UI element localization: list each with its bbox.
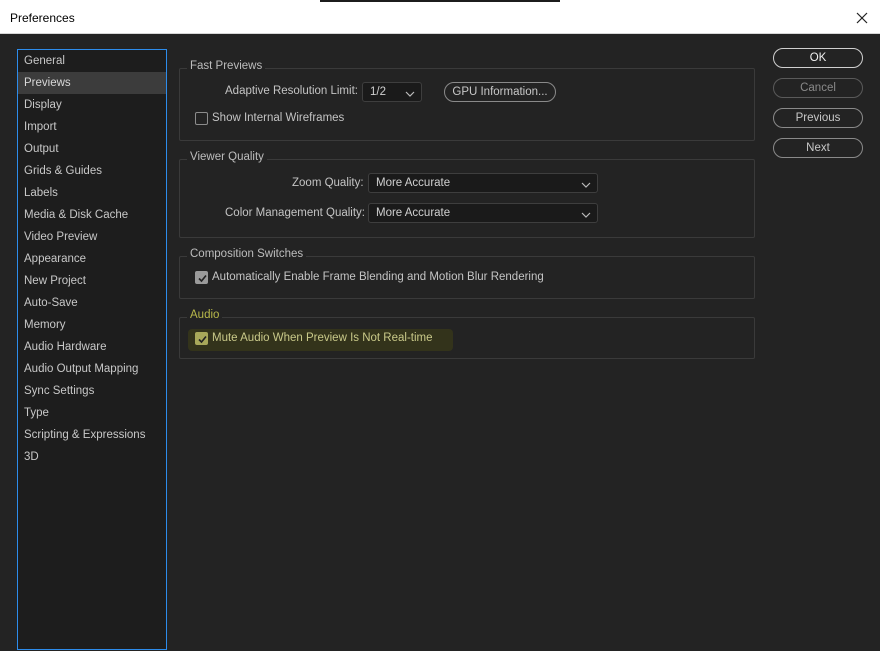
sidebar-item-general[interactable]: General — [18, 50, 166, 72]
sidebar-item-import[interactable]: Import — [18, 116, 166, 138]
composition-switches-title: Composition Switches — [187, 248, 307, 260]
sidebar-item-output[interactable]: Output — [18, 138, 166, 160]
sidebar-item-new-project[interactable]: New Project — [18, 270, 166, 292]
zoom-quality-label: Zoom Quality: — [292, 177, 364, 189]
resolution-limit-label: Adaptive Resolution Limit: — [225, 85, 358, 97]
sidebar-item-grids-guides[interactable]: Grids & Guides — [18, 160, 166, 182]
sidebar-item-audio-output-mapping[interactable]: Audio Output Mapping — [18, 358, 166, 380]
sidebar-item-display[interactable]: Display — [18, 94, 166, 116]
zoom-quality-value: More Accurate — [376, 177, 451, 189]
checkmark-icon — [198, 274, 207, 283]
zoom-quality-dropdown[interactable]: More Accurate — [368, 173, 598, 193]
resolution-limit-value: 1/2 — [370, 86, 386, 98]
color-management-quality-label: Color Management Quality: — [225, 207, 365, 219]
fast-previews-title: Fast Previews — [187, 60, 266, 72]
sidebar-item-sync-settings[interactable]: Sync Settings — [18, 380, 166, 402]
chevron-down-icon — [405, 89, 415, 97]
color-management-quality-dropdown[interactable]: More Accurate — [368, 203, 598, 223]
sidebar-item-auto-save[interactable]: Auto-Save — [18, 292, 166, 314]
chevron-down-icon — [581, 210, 591, 218]
title-bar: Preferences — [0, 2, 880, 34]
sidebar-item-3d[interactable]: 3D — [18, 446, 166, 468]
resolution-limit-dropdown[interactable]: 1/2 — [362, 82, 422, 102]
show-wireframes-label: Show Internal Wireframes — [212, 112, 345, 124]
frame-blending-label: Automatically Enable Frame Blending and … — [212, 271, 544, 283]
previous-button[interactable]: Previous — [773, 108, 863, 128]
sidebar-item-scripting-expressions[interactable]: Scripting & Expressions — [18, 424, 166, 446]
checkmark-icon — [198, 335, 207, 344]
cancel-button[interactable]: Cancel — [773, 78, 863, 98]
sidebar-item-audio-hardware[interactable]: Audio Hardware — [18, 336, 166, 358]
mute-audio-label: Mute Audio When Preview Is Not Real-time — [212, 332, 433, 344]
next-button[interactable]: Next — [773, 138, 863, 158]
show-wireframes-checkbox[interactable] — [195, 112, 208, 125]
color-management-quality-value: More Accurate — [376, 207, 451, 219]
audio-title: Audio — [187, 309, 223, 321]
chevron-down-icon — [581, 180, 591, 188]
fast-previews-group: Fast Previews — [179, 60, 755, 141]
gpu-information-button[interactable]: GPU Information... — [444, 82, 556, 102]
viewer-quality-title: Viewer Quality — [187, 151, 267, 163]
preferences-sidebar: General Previews Display Import Output G… — [17, 49, 167, 650]
viewer-quality-group: Viewer Quality — [179, 151, 755, 238]
frame-blending-checkbox[interactable] — [195, 271, 208, 284]
window-title: Preferences — [10, 11, 75, 25]
close-icon[interactable] — [848, 4, 876, 32]
sidebar-item-appearance[interactable]: Appearance — [18, 248, 166, 270]
sidebar-item-labels[interactable]: Labels — [18, 182, 166, 204]
sidebar-item-memory[interactable]: Memory — [18, 314, 166, 336]
sidebar-item-type[interactable]: Type — [18, 402, 166, 424]
sidebar-item-previews[interactable]: Previews — [18, 72, 166, 94]
mute-audio-checkbox[interactable] — [195, 332, 208, 345]
sidebar-item-video-preview[interactable]: Video Preview — [18, 226, 166, 248]
sidebar-item-media-disk-cache[interactable]: Media & Disk Cache — [18, 204, 166, 226]
ok-button[interactable]: OK — [773, 48, 863, 68]
